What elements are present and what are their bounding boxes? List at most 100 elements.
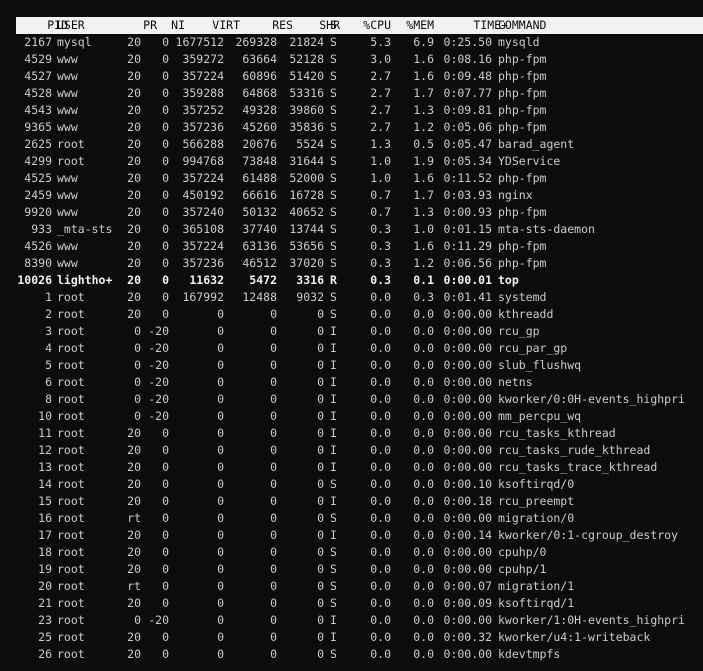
table-row[interactable]: 14 root 20 0 0 0 0 S 0.0 0.0 0:00.10 ksoftirqd/0	[0, 476, 703, 493]
cell-res: 46512	[242, 256, 277, 270]
table-row[interactable]: 4527 www 20 0 357224 60896 51420 S 2.7 1.6 0:09.48…	[0, 68, 703, 85]
cell-cpu: 0.7	[370, 188, 391, 202]
cell-pid: 10	[38, 409, 52, 423]
cell-res: 269328	[235, 35, 277, 49]
cell-virt: 0	[217, 494, 224, 508]
table-row[interactable]: 4526 www 20 0 357224 63136 53656 S 0.3 1.6 0:11.29…	[0, 238, 703, 255]
table-row[interactable]: 11 root 20 0 0 0 0 I 0.0 0.0 0:00.00 rcu_tasks_kthr…	[0, 425, 703, 442]
cell-res: 0	[270, 375, 277, 389]
table-row[interactable]: 4528 www 20 0 359288 64868 53316 S 2.7 1.7 0:07.77…	[0, 85, 703, 102]
cell-pid: 4299	[24, 154, 52, 168]
table-row[interactable]: 10026 lightho+ 20 0 11632 5472 3316 R 0.3 0.1 0:00…	[0, 272, 703, 289]
table-row[interactable]: 3 root 0 -20 0 0 0 I 0.0 0.0 0:00.00 rcu_gp	[0, 323, 703, 340]
cell-ni: -20	[148, 324, 169, 338]
terminal-window[interactable]: PID USER PR NI VIRT RES SHR S %CPU %MEM …	[0, 0, 703, 671]
table-row[interactable]: 4 root 0 -20 0 0 0 I 0.0 0.0 0:00.00 rcu_par_gp	[0, 340, 703, 357]
cell-res: 0	[270, 341, 277, 355]
cell-virt: 0	[217, 596, 224, 610]
cell-time: 0:00.93	[443, 205, 492, 219]
cell-ni: 0	[162, 545, 169, 559]
cell-user: lightho+	[57, 273, 113, 287]
table-row[interactable]: 9365 www 20 0 357236 45260 35836 S 2.7 1.2 0:05.06…	[0, 119, 703, 136]
cell-time: 0:00.09	[443, 596, 492, 610]
table-row[interactable]: 1 root 20 0 167992 12488 9032 S 0.0 0.3 0:01.41 sys…	[0, 289, 703, 306]
table-row[interactable]: 25 root 20 0 0 0 0 I 0.0 0.0 0:00.32 kworker/u4:1-w…	[0, 629, 703, 646]
cell-state: S	[330, 579, 337, 593]
cell-ni: 0	[162, 630, 169, 644]
cell-state: S	[330, 188, 337, 202]
table-row[interactable]: 933 _mta-sts 20 0 365108 37740 13744 S 0.3 1.0 0:0…	[0, 221, 703, 238]
cell-virt: 357236	[182, 256, 224, 270]
table-row[interactable]: 9920 www 20 0 357240 50132 40652 S 0.7 1.3 0:00.93…	[0, 204, 703, 221]
cell-res: 0	[270, 409, 277, 423]
cell-pr: 0	[134, 375, 141, 389]
cell-time: 0:00.00	[443, 613, 492, 627]
cell-cpu: 1.3	[370, 137, 391, 151]
table-row[interactable]: 15 root 20 0 0 0 0 I 0.0 0.0 0:00.18 rcu_preempt	[0, 493, 703, 510]
cell-pid: 8	[45, 392, 52, 406]
table-row[interactable]: 20 root rt 0 0 0 0 S 0.0 0.0 0:00.07 migration/1	[0, 578, 703, 595]
cell-user: www	[57, 171, 78, 185]
cell-state: I	[330, 426, 337, 440]
cell-time: 0:00.00	[443, 443, 492, 457]
cell-virt: 0	[217, 630, 224, 644]
cell-pid: 25	[38, 630, 52, 644]
cell-virt: 0	[217, 562, 224, 576]
table-row[interactable]: 21 root 20 0 0 0 0 S 0.0 0.0 0:00.09 ksoftirqd/1	[0, 595, 703, 612]
table-row[interactable]: 23 root 0 -20 0 0 0 I 0.0 0.0 0:00.00 kworker/1:0H-…	[0, 612, 703, 629]
cell-state: S	[330, 103, 337, 117]
cell-cpu: 0.0	[370, 647, 391, 661]
table-row[interactable]: 5 root 0 -20 0 0 0 I 0.0 0.0 0:00.00 slub_flushwq	[0, 357, 703, 374]
cell-virt: 994768	[182, 154, 224, 168]
table-row[interactable]: 17 root 20 0 0 0 0 I 0.0 0.0 0:00.14 kworker/0:1-cg…	[0, 527, 703, 544]
table-row[interactable]: 2459 www 20 0 450192 66616 16728 S 0.7 1.7 0:03.93…	[0, 187, 703, 204]
cell-ni: 0	[162, 35, 169, 49]
table-row[interactable]: 8 root 0 -20 0 0 0 I 0.0 0.0 0:00.00 kworker/0:0H-e…	[0, 391, 703, 408]
table-row[interactable]: 13 root 20 0 0 0 0 I 0.0 0.0 0:00.00 rcu_tasks_trac…	[0, 459, 703, 476]
cell-pr: 20	[127, 222, 141, 236]
cell-pr: 0	[134, 613, 141, 627]
cell-command: nginx	[498, 188, 533, 202]
table-row[interactable]: 2 root 20 0 0 0 0 S 0.0 0.0 0:00.00 kthreadd	[0, 306, 703, 323]
cell-pid: 3	[45, 324, 52, 338]
cell-ni: 0	[162, 494, 169, 508]
cell-cpu: 2.7	[370, 120, 391, 134]
cell-state: S	[330, 511, 337, 525]
table-row[interactable]: 19 root 20 0 0 0 0 S 0.0 0.0 0:00.00 cpuhp/1	[0, 561, 703, 578]
cell-ni: 0	[162, 52, 169, 66]
header-user: USER	[57, 18, 85, 32]
table-row[interactable]: 4529 www 20 0 359272 63664 52128 S 3.0 1.6 0:08.16…	[0, 51, 703, 68]
cell-virt: 357236	[182, 120, 224, 134]
cell-time: 0:00.00	[443, 409, 492, 423]
cell-virt: 11632	[189, 273, 224, 287]
table-row[interactable]: 6 root 0 -20 0 0 0 I 0.0 0.0 0:00.00 netns	[0, 374, 703, 391]
table-row[interactable]: 8390 www 20 0 357236 46512 37020 S 0.3 1.2 0:06.56…	[0, 255, 703, 272]
cell-pr: 20	[127, 460, 141, 474]
cell-cpu: 0.0	[370, 545, 391, 559]
table-row[interactable]: 10 root 0 -20 0 0 0 I 0.0 0.0 0:00.00 mm_percpu_wq	[0, 408, 703, 425]
cell-pid: 2167	[24, 35, 52, 49]
cell-shr: 39860	[289, 103, 324, 117]
table-row[interactable]: 2625 root 20 0 566288 20676 5524 S 1.3 0.5 0:05.47…	[0, 136, 703, 153]
cell-state: I	[330, 613, 337, 627]
table-row[interactable]: 16 root rt 0 0 0 0 S 0.0 0.0 0:00.00 migration/0	[0, 510, 703, 527]
cell-pr: 20	[127, 477, 141, 491]
cell-res: 5472	[249, 273, 277, 287]
cell-res: 0	[270, 494, 277, 508]
table-row[interactable]: 12 root 20 0 0 0 0 I 0.0 0.0 0:00.00 rcu_tasks_rude…	[0, 442, 703, 459]
table-row[interactable]: 4543 www 20 0 357252 49328 39860 S 2.7 1.3 0:09.81…	[0, 102, 703, 119]
cell-ni: -20	[148, 409, 169, 423]
table-row[interactable]: 18 root 20 0 0 0 0 S 0.0 0.0 0:00.00 cpuhp/0	[0, 544, 703, 561]
table-row[interactable]: 26 root 20 0 0 0 0 S 0.0 0.0 0:00.00 kdevtmpfs	[0, 646, 703, 663]
cell-shr: 52128	[289, 52, 324, 66]
cell-state: S	[330, 256, 337, 270]
cell-shr: 0	[317, 426, 324, 440]
table-row[interactable]: 4525 www 20 0 357224 61488 52000 S 1.0 1.6 0:11.52…	[0, 170, 703, 187]
cell-time: 0:09.81	[443, 103, 492, 117]
cell-time: 0:00.00	[443, 426, 492, 440]
table-row[interactable]: 4299 root 20 0 994768 73848 31644 S 1.0 1.9 0:05.3…	[0, 153, 703, 170]
cell-pr: 20	[127, 426, 141, 440]
cell-user: root	[57, 324, 85, 338]
table-row[interactable]: 2167 mysql 20 0 1677512 269328 21824 S 5.3 6.9 0:2…	[0, 34, 703, 51]
cell-pr: 20	[127, 290, 141, 304]
